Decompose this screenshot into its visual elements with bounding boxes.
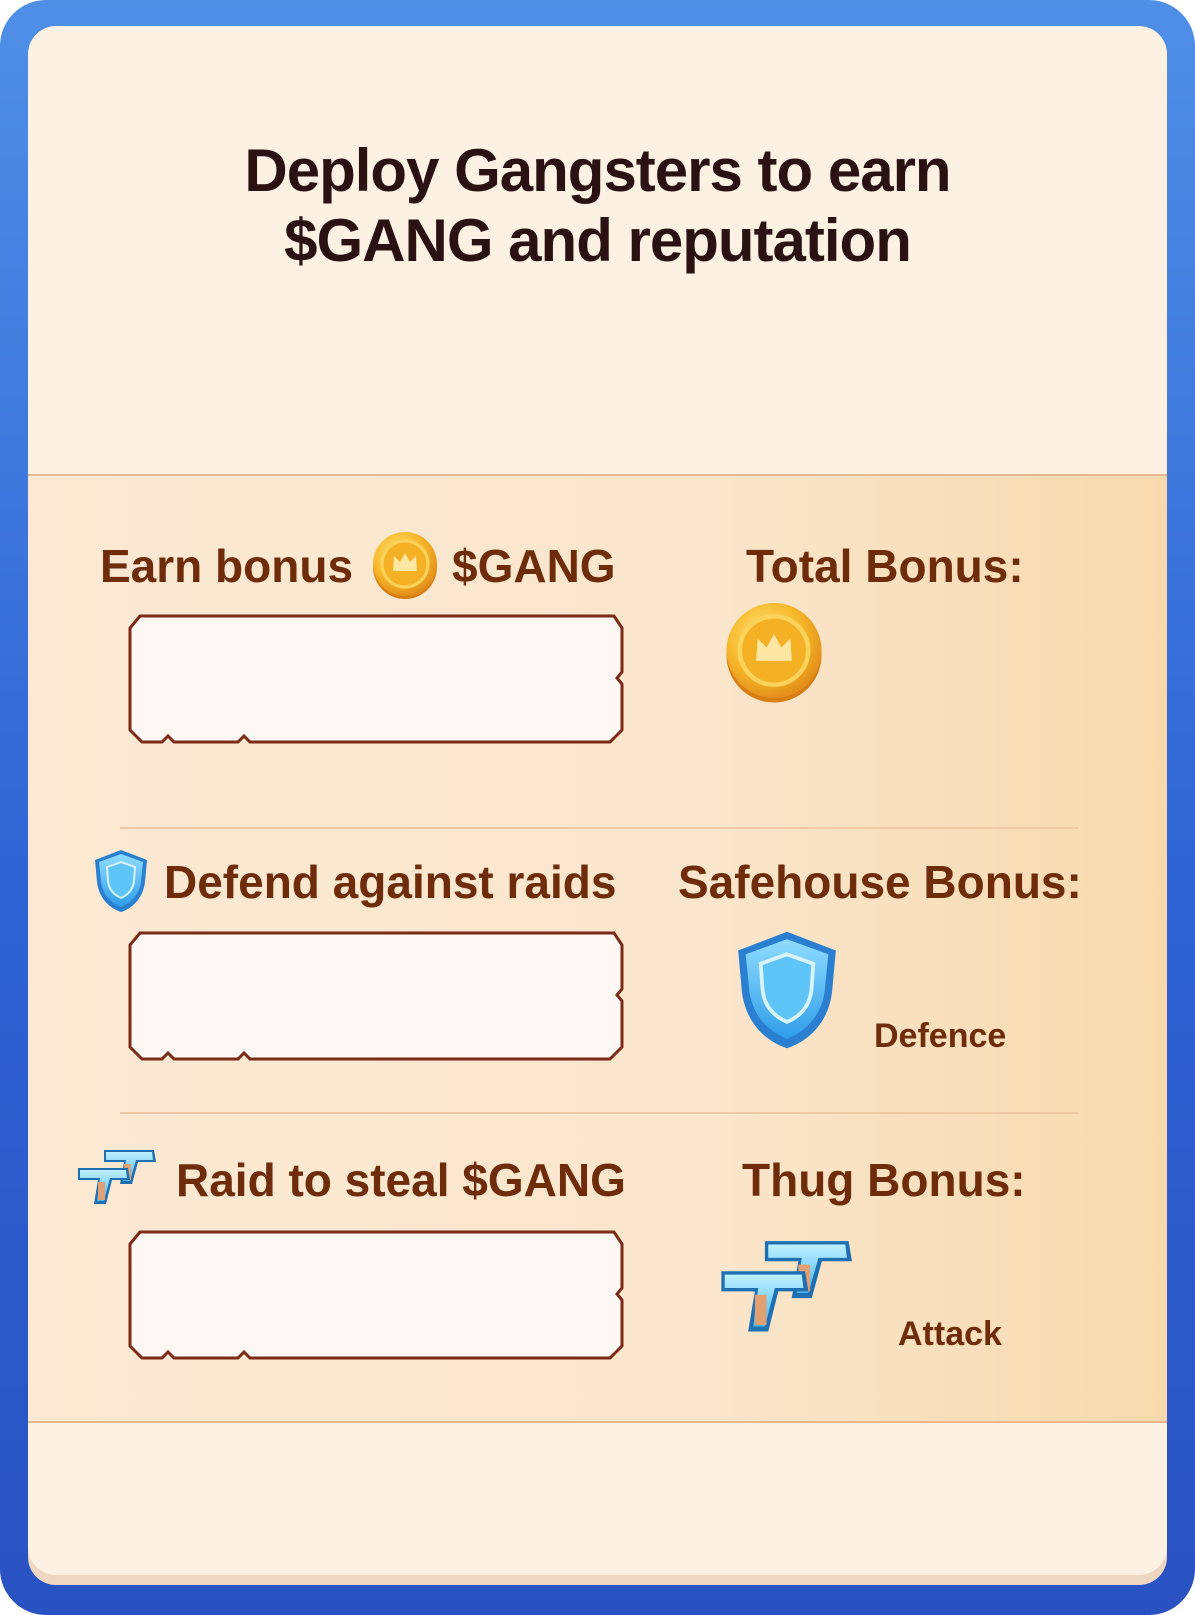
thug-pistols-icon (718, 1224, 862, 1347)
raid-label: Raid to steal $GANG (176, 1154, 626, 1206)
earn-gangsters-input[interactable] (128, 614, 626, 745)
thug-bonus-label: Thug Bonus: (742, 1154, 1026, 1206)
pistols-icon (76, 1140, 162, 1215)
deploy-section: Earn bonus $GANG Total Bonus: Defend aga… (28, 474, 1167, 1423)
total-bonus-label: Total Bonus: (746, 540, 1024, 592)
defend-gangsters-input[interactable] (128, 931, 626, 1062)
card-frame: Deploy Gangsters to earn $GANG and reput… (0, 0, 1195, 1615)
card-panel: Deploy Gangsters to earn $GANG and reput… (28, 26, 1167, 1585)
gang-coin-icon (370, 530, 440, 605)
attack-stat-label: Attack (898, 1315, 1002, 1353)
title-line-1: Deploy Gangsters to earn (244, 137, 951, 204)
defend-label: Defend against raids (164, 856, 617, 908)
earn-bonus-prefix: Earn bonus (100, 540, 354, 592)
section-divider (120, 1112, 1078, 1114)
shield-icon (88, 848, 154, 919)
page-title: Deploy Gangsters to earn $GANG and reput… (28, 136, 1167, 276)
raid-gangsters-input[interactable] (128, 1230, 626, 1361)
defence-stat-label: Defence (874, 1017, 1007, 1055)
earn-bonus-suffix: $GANG (452, 540, 616, 592)
title-line-2: $GANG and reputation (284, 207, 912, 274)
section-divider (120, 827, 1078, 829)
safehouse-shield-icon (728, 928, 846, 1057)
total-bonus-coin-icon (722, 600, 826, 709)
safehouse-bonus-label: Safehouse Bonus: (678, 856, 1082, 908)
